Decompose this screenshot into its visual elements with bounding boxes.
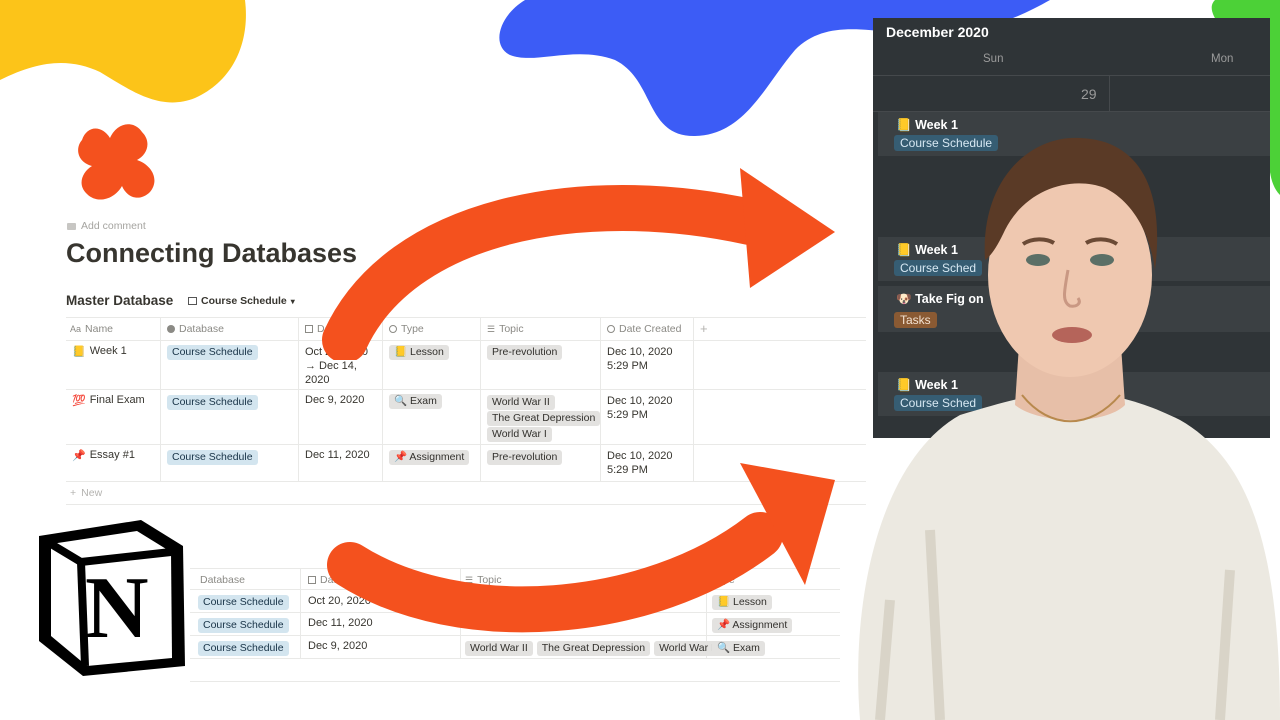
notebook-icon: 📒 bbox=[72, 346, 86, 358]
yellow-blob bbox=[0, 0, 246, 103]
table-row[interactable]: 📌 Essay #1 bbox=[72, 449, 135, 462]
date-cell[interactable]: Dec 9, 2020 bbox=[305, 394, 364, 406]
plus-icon: + bbox=[70, 487, 77, 499]
date-created-cell: Dec 10, 2020 5:29 PM bbox=[607, 395, 673, 421]
magnifier-icon: 🔍 bbox=[394, 395, 408, 407]
database-tag[interactable]: Course Schedule bbox=[167, 345, 258, 360]
notion-logo-icon: N bbox=[33, 516, 191, 678]
topic-tag[interactable]: The Great Depression bbox=[487, 411, 601, 426]
database-tag[interactable]: Course Schedule bbox=[167, 395, 258, 410]
relation-icon bbox=[167, 325, 175, 333]
calendar-month: December 2020 bbox=[886, 24, 989, 40]
database-tag[interactable]: Course Schedule bbox=[198, 618, 289, 633]
database-tag[interactable]: Course Schedule bbox=[198, 641, 289, 656]
comment-icon bbox=[67, 222, 76, 230]
column-header-database[interactable]: Database bbox=[200, 574, 245, 586]
table-row[interactable]: 📒 Week 1 bbox=[72, 345, 127, 358]
view-selector[interactable]: Course Schedule ▾ bbox=[188, 295, 295, 307]
calendar-icon bbox=[308, 576, 316, 584]
pushpin-icon: 📌 bbox=[72, 450, 86, 462]
table-row[interactable]: 💯 Final Exam bbox=[72, 394, 145, 407]
row-name: Week 1 bbox=[89, 345, 127, 357]
database-tag[interactable]: Course Schedule bbox=[198, 595, 289, 610]
weekday-mon: Mon bbox=[1211, 53, 1234, 65]
database-tag[interactable]: Course Schedule bbox=[167, 450, 258, 465]
orange-splat-icon bbox=[78, 124, 155, 200]
arrow-top-icon bbox=[322, 168, 835, 360]
text-property-icon: Aa bbox=[70, 324, 82, 334]
notion-logo-letter: N bbox=[85, 560, 149, 657]
database-title[interactable]: Master Database bbox=[66, 293, 173, 308]
topic-tag[interactable]: World War I bbox=[487, 427, 552, 442]
page-title: Connecting Databases bbox=[66, 238, 358, 268]
date-number: 29 bbox=[1081, 86, 1097, 102]
new-row-button[interactable]: + New bbox=[70, 487, 102, 499]
add-comment-label: Add comment bbox=[81, 220, 146, 232]
row-name: Essay #1 bbox=[89, 449, 135, 461]
row-name: Final Exam bbox=[89, 394, 145, 406]
arrow-bottom-icon bbox=[327, 463, 835, 633]
column-header-name[interactable]: Aa Name bbox=[70, 323, 113, 335]
calendar-icon bbox=[305, 325, 313, 333]
table-icon bbox=[188, 297, 197, 305]
hundred-icon: 💯 bbox=[72, 395, 86, 407]
topic-tag[interactable]: World War II bbox=[487, 395, 555, 410]
add-comment-button[interactable]: Add comment bbox=[67, 220, 146, 232]
type-tag[interactable]: 🔍 Exam bbox=[389, 394, 442, 409]
chevron-down-icon: ▾ bbox=[290, 296, 295, 306]
weekday-sun: Sun bbox=[983, 53, 1004, 65]
column-header-database[interactable]: Database bbox=[167, 323, 224, 335]
presenter-photo bbox=[858, 137, 1280, 720]
view-name: Course Schedule bbox=[201, 295, 287, 307]
